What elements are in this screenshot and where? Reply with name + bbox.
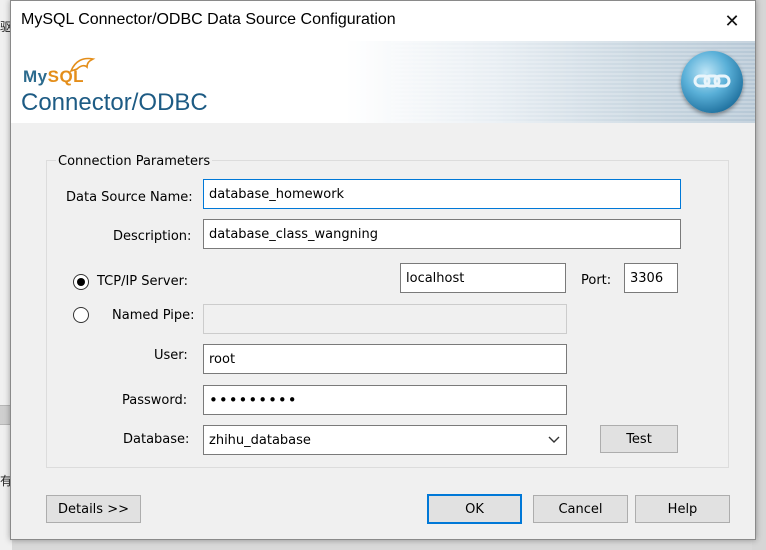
- ok-button[interactable]: OK: [427, 494, 522, 524]
- tcp-ip-radio[interactable]: [73, 274, 89, 290]
- odbc-config-dialog: MySQL Connector/ODBC Data Source Configu…: [10, 0, 756, 540]
- product-banner: MySQL Connector/ODBC: [11, 41, 755, 123]
- ok-label: OK: [465, 501, 484, 517]
- user-value: root: [209, 351, 236, 367]
- details-button[interactable]: Details >>: [46, 495, 141, 523]
- named-pipe-label: Named Pipe:: [112, 308, 195, 323]
- password-label: Password:: [122, 393, 188, 408]
- database-label: Database:: [123, 432, 190, 447]
- database-value: zhihu_database: [209, 432, 311, 448]
- globe-icon: [681, 51, 743, 113]
- close-button[interactable]: ✕: [709, 1, 755, 41]
- chevron-down-icon: [548, 436, 560, 443]
- description-value: database_class_wangning: [209, 226, 378, 242]
- product-name: Connector/ODBC: [21, 89, 208, 116]
- description-field[interactable]: database_class_wangning: [203, 219, 681, 249]
- test-button[interactable]: Test: [600, 425, 678, 453]
- user-label: User:: [154, 348, 188, 363]
- dsn-field[interactable]: database_homework: [203, 179, 681, 209]
- help-label: Help: [667, 501, 698, 517]
- user-field[interactable]: root: [203, 344, 567, 374]
- password-field[interactable]: •••••••••: [203, 385, 567, 415]
- port-value: 3306: [630, 270, 664, 286]
- server-field[interactable]: localhost: [400, 263, 566, 293]
- window-title: MySQL Connector/ODBC Data Source Configu…: [21, 11, 396, 28]
- test-label: Test: [626, 431, 652, 447]
- description-label: Description:: [113, 229, 192, 244]
- named-pipe-field[interactable]: [203, 304, 567, 334]
- cancel-label: Cancel: [558, 501, 603, 517]
- port-field[interactable]: 3306: [624, 263, 678, 293]
- title-bar: MySQL Connector/ODBC Data Source Configu…: [11, 1, 755, 41]
- dsn-label: Data Source Name:: [66, 190, 193, 205]
- dsn-value: database_homework: [209, 186, 345, 202]
- close-icon: ✕: [724, 10, 740, 32]
- password-value: •••••••••: [209, 391, 298, 409]
- dolphin-icon: [69, 57, 96, 73]
- server-value: localhost: [406, 270, 465, 286]
- port-label: Port:: [581, 273, 612, 288]
- details-label: Details >>: [58, 501, 129, 517]
- help-button[interactable]: Help: [635, 495, 730, 523]
- tcp-ip-label: TCP/IP Server:: [97, 274, 189, 289]
- named-pipe-radio[interactable]: [73, 307, 89, 323]
- group-legend: Connection Parameters: [56, 154, 213, 169]
- database-dropdown[interactable]: zhihu_database: [203, 425, 567, 455]
- cancel-button[interactable]: Cancel: [533, 495, 628, 523]
- dialog-content: Connection Parameters Data Source Name: …: [11, 123, 755, 539]
